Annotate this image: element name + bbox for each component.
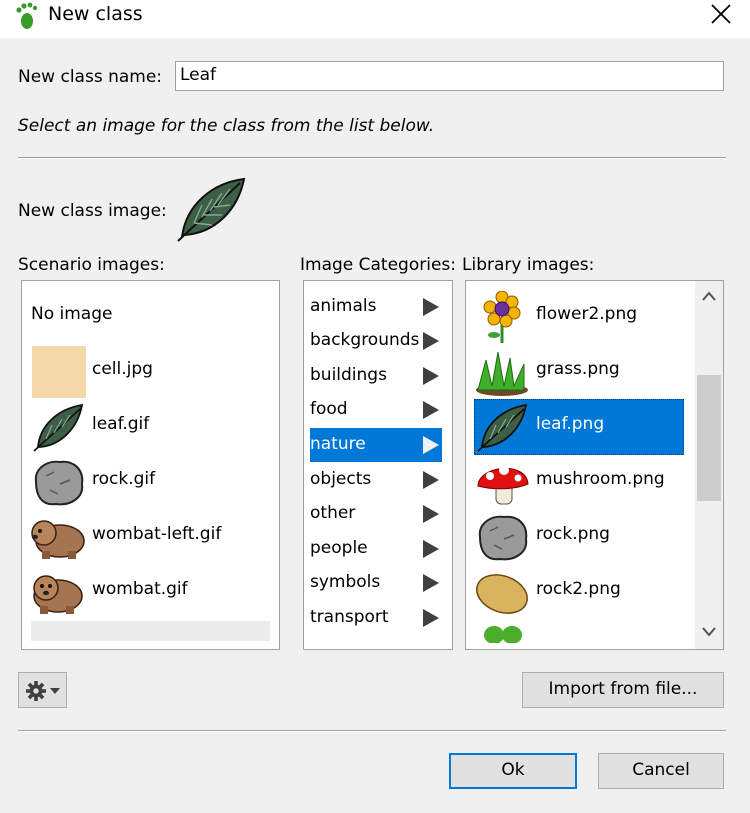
window-title: New class	[48, 3, 143, 25]
grass-icon	[476, 351, 528, 396]
title-bar: New class	[0, 0, 750, 38]
category-item-transport[interactable]: transport	[310, 601, 442, 635]
category-item-symbols[interactable]: symbols	[310, 566, 442, 600]
category-label: people	[310, 538, 368, 558]
separator	[18, 730, 726, 732]
category-label: animals	[310, 296, 377, 316]
list-item-label: grass.png	[536, 359, 620, 379]
arrow-right-icon	[423, 540, 439, 558]
wombat-icon	[31, 520, 85, 559]
list-item-label: leaf.png	[536, 414, 605, 434]
footprint-icon	[16, 2, 38, 29]
arrow-right-icon	[423, 401, 439, 419]
arrow-right-icon	[423, 609, 439, 627]
category-item-buildings[interactable]: buildings	[310, 359, 442, 393]
list-item-label: rock2.png	[536, 579, 621, 599]
category-item-food[interactable]: food	[310, 393, 442, 427]
list-item[interactable]: mushroom.png	[466, 454, 691, 509]
category-item-other[interactable]: other	[310, 497, 442, 531]
separator	[18, 157, 726, 159]
arrow-right-icon	[423, 298, 439, 316]
list-item[interactable]: wombat-left.gif	[22, 509, 272, 564]
cancel-button[interactable]: Cancel	[598, 753, 724, 789]
arrow-right-icon	[423, 471, 439, 489]
instruction-text: Select an image for the class from the l…	[18, 116, 435, 136]
arrow-right-icon	[423, 367, 439, 385]
vertical-scrollbar[interactable]	[695, 281, 723, 649]
class-image-label: New class image:	[18, 201, 167, 221]
category-label: transport	[310, 607, 389, 627]
scroll-up-icon[interactable]	[702, 291, 716, 301]
arrow-right-icon	[423, 574, 439, 592]
category-label: other	[310, 503, 356, 523]
rock-icon	[478, 515, 528, 561]
image-categories-list[interactable]: animals backgrounds buildings food natur…	[303, 280, 453, 650]
arrow-right-icon	[423, 332, 439, 350]
scrollbar-thumb[interactable]	[697, 375, 721, 501]
list-item[interactable]: leaf.png	[466, 399, 691, 454]
list-item[interactable]: rock.gif	[22, 454, 272, 509]
potato-rock-icon	[476, 574, 528, 614]
settings-menu-button[interactable]	[18, 672, 67, 708]
class-name-input[interactable]: Leaf	[175, 61, 724, 91]
scenario-images-list[interactable]: No image cell.jpg leaf.gif rock.gif womb…	[21, 280, 280, 650]
library-images-header: Library images:	[462, 255, 595, 275]
flower-icon	[483, 291, 521, 343]
list-item-no-image[interactable]: No image	[22, 289, 272, 344]
list-item-label: wombat.gif	[92, 579, 188, 599]
category-label: nature	[310, 434, 366, 454]
rock-icon	[34, 460, 84, 506]
list-item[interactable]: rock.png	[466, 509, 691, 564]
category-item-backgrounds[interactable]: backgrounds	[310, 324, 442, 358]
list-item-label: No image	[31, 304, 113, 324]
leaf-icon	[177, 177, 246, 242]
leaf-icon	[477, 403, 528, 452]
list-item-label: wombat-left.gif	[92, 524, 222, 544]
mushroom-icon	[477, 465, 529, 505]
category-label: objects	[310, 469, 372, 489]
image-categories-header: Image Categories:	[300, 255, 457, 275]
category-item-nature[interactable]: nature	[310, 428, 442, 462]
list-item[interactable]: leaf.gif	[22, 399, 272, 454]
scroll-down-icon[interactable]	[702, 627, 716, 637]
list-item-label: rock.png	[536, 524, 610, 544]
category-label: symbols	[310, 572, 381, 592]
list-item[interactable]: flower2.png	[466, 289, 691, 344]
category-item-objects[interactable]: objects	[310, 463, 442, 497]
horizontal-scrollbar[interactable]	[31, 621, 270, 641]
arrow-right-icon	[423, 505, 439, 523]
list-item[interactable]: grass.png	[466, 344, 691, 399]
chevron-down-icon	[50, 688, 60, 694]
list-item[interactable]: rock2.png	[466, 564, 691, 619]
scenario-images-header: Scenario images:	[18, 255, 165, 275]
list-item[interactable]: wombat.gif	[22, 564, 272, 619]
library-images-list[interactable]: flower2.png grass.png leaf.png mushroom.…	[465, 280, 724, 650]
plant-icon	[484, 626, 522, 643]
list-item[interactable]: cell.jpg	[22, 344, 272, 399]
list-item-label: cell.jpg	[92, 359, 153, 379]
category-label: food	[310, 399, 348, 419]
category-item-people[interactable]: people	[310, 532, 442, 566]
list-item-label: leaf.gif	[92, 414, 150, 434]
list-item-label: rock.gif	[92, 469, 156, 489]
category-label: backgrounds	[310, 330, 420, 350]
import-from-file-button[interactable]: Import from file...	[522, 672, 724, 708]
ok-button[interactable]: Ok	[449, 753, 577, 789]
list-item-label: flower2.png	[536, 304, 638, 324]
cell-texture-icon	[32, 346, 86, 398]
category-label: buildings	[310, 365, 387, 385]
class-name-label: New class name:	[18, 67, 163, 87]
close-icon[interactable]	[700, 0, 740, 28]
gear-icon	[26, 681, 46, 701]
category-item-animals[interactable]: animals	[310, 290, 442, 324]
arrow-right-icon	[423, 436, 439, 454]
leaf-icon	[33, 403, 84, 452]
wombat-icon	[33, 575, 83, 614]
list-item-label: mushroom.png	[536, 469, 665, 489]
